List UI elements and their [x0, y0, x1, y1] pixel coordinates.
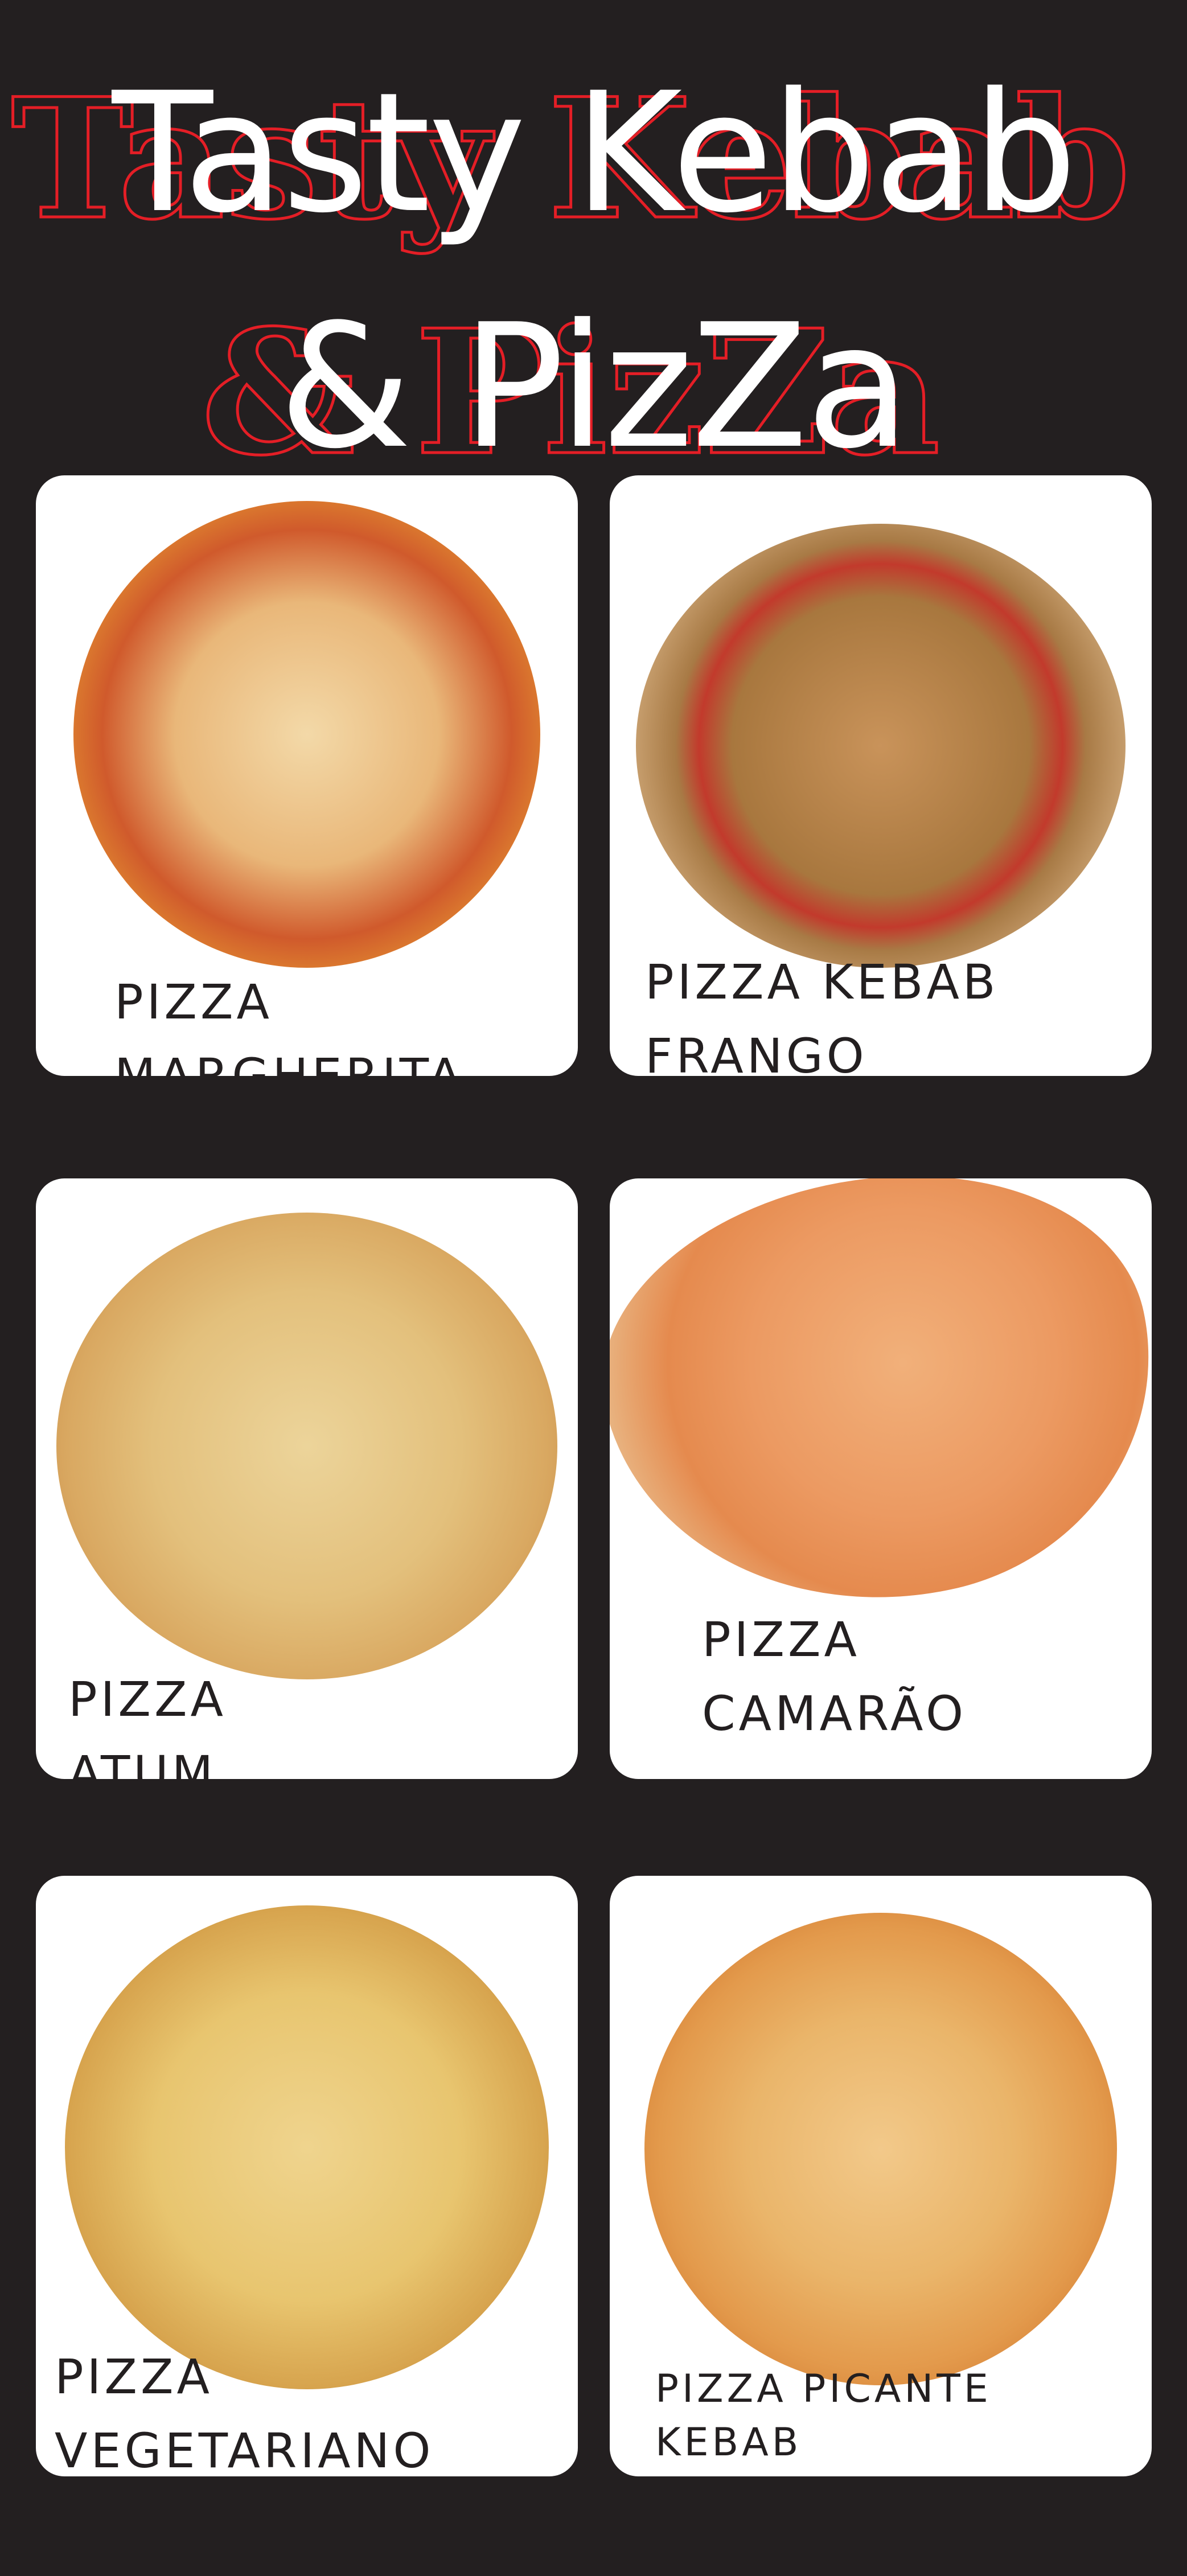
- pizza-picante-kebab-image: [644, 1913, 1117, 2385]
- pizza-kebab-frango-image: [636, 524, 1126, 968]
- menu-item-line2: MARGHERITA: [114, 1048, 465, 1076]
- menu-item-line2: KEBAB: [655, 2420, 802, 2465]
- pizza-atum-image: [56, 1213, 557, 1679]
- menu-card-vegetariano[interactable]: PIZZA VEGETARIANO: [36, 1876, 578, 2476]
- menu-card-margherita[interactable]: PIZZA MARGHERITA: [36, 475, 578, 1076]
- menu-item-line1: PIZZA: [55, 2349, 213, 2405]
- menu-item-line2: VEGETARIANO: [55, 2423, 434, 2476]
- pizza-camarao-image: [610, 1178, 1152, 1652]
- menu-item-line1: PIZZA: [114, 974, 273, 1030]
- menu-card-label: PIZZA VEGETARIANO: [55, 2340, 434, 2476]
- menu-item-line1: PIZZA PICANTE: [655, 2367, 992, 2411]
- menu-card-label: PIZZA ATUM: [68, 1662, 227, 1779]
- title-line-2: & PizZa & PizZa: [0, 287, 1187, 486]
- page-title: Tasty Kebab Tasty Kebab & PizZa & PizZa: [0, 57, 1187, 486]
- menu-item-line2: CAMARÃO: [702, 1686, 967, 1741]
- menu-card-picante-kebab[interactable]: PIZZA PICANTE KEBAB: [610, 1876, 1152, 2476]
- menu-card-atum[interactable]: PIZZA ATUM: [36, 1178, 578, 1779]
- menu-item-line1: PIZZA: [702, 1612, 860, 1667]
- menu-card-label: PIZZA MARGHERITA: [114, 965, 465, 1076]
- title-text-1: Tasty Kebab: [112, 57, 1077, 249]
- menu-card-label: PIZZA CAMARÃO: [702, 1603, 967, 1751]
- pizza-vegetariano-image: [65, 1905, 549, 2389]
- pizza-margherita-image: [73, 501, 540, 968]
- title-line-1: Tasty Kebab Tasty Kebab: [0, 57, 1187, 249]
- menu-item-line1: PIZZA KEBAB: [645, 954, 999, 1010]
- menu-card-label: PIZZA KEBAB FRANGO: [645, 945, 999, 1076]
- menu-card-kebab-frango[interactable]: PIZZA KEBAB FRANGO: [610, 475, 1152, 1076]
- menu-card-camarao[interactable]: PIZZA CAMARÃO: [610, 1178, 1152, 1779]
- title-text-2: & PizZa: [278, 287, 911, 486]
- menu-item-line2: ATUM: [68, 1745, 217, 1779]
- menu-item-line1: PIZZA: [68, 1671, 227, 1727]
- menu-item-line2: FRANGO: [645, 1028, 868, 1076]
- menu-card-label: PIZZA PICANTE KEBAB: [655, 2363, 992, 2470]
